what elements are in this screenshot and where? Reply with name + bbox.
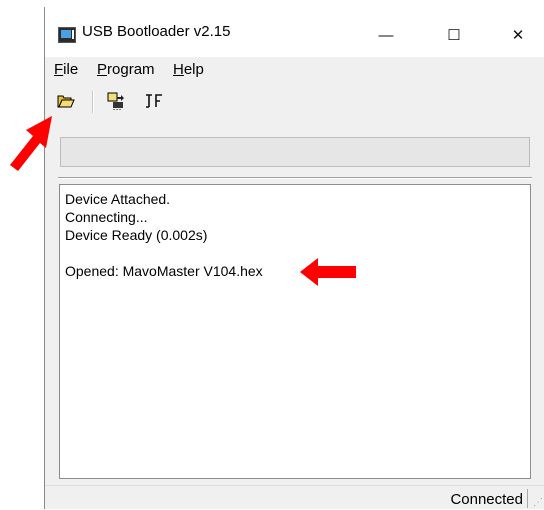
menu-program-accelerator: P	[97, 61, 108, 78]
reset-device-button[interactable]	[141, 89, 167, 113]
connection-status: Connected	[450, 491, 523, 508]
menu-bar: File Program Help	[45, 59, 544, 81]
menu-program[interactable]: Program	[97, 61, 155, 78]
menu-help-label: elp	[183, 61, 204, 78]
window-title: USB Bootloader v2.15	[82, 23, 231, 40]
bootloader-window: USB Bootloader v2.15 — ☐ ✕ File Program …	[44, 7, 544, 509]
menu-file-accelerator: F	[54, 61, 64, 78]
menu-file[interactable]: File	[54, 61, 78, 78]
program-device-icon	[107, 92, 124, 110]
close-button[interactable]: ✕	[495, 15, 541, 55]
toolbar-separator	[92, 91, 94, 113]
status-divider	[527, 489, 528, 508]
log-output[interactable]: Device Attached. Connecting... Device Re…	[59, 184, 531, 479]
log-line: Device Ready (0.002s)	[65, 227, 208, 243]
annotation-arrow-opened-line	[300, 258, 356, 286]
minimize-icon: —	[378, 26, 394, 44]
maximize-button[interactable]: ☐	[431, 15, 477, 55]
title-bar[interactable]: USB Bootloader v2.15 — ☐ ✕	[45, 7, 544, 57]
program-device-button[interactable]	[103, 89, 129, 113]
status-bar: Connected ⋰	[45, 485, 544, 510]
divider	[58, 177, 532, 179]
log-line: Connecting...	[65, 209, 148, 225]
open-folder-icon	[57, 95, 75, 108]
toolbar	[45, 89, 544, 115]
menu-help[interactable]: Help	[173, 61, 204, 78]
annotation-arrow-open-icon	[10, 116, 52, 171]
menu-file-label: ile	[63, 61, 79, 78]
progress-bar	[60, 137, 530, 167]
menu-program-label: rogram	[107, 61, 155, 78]
maximize-icon: ☐	[447, 27, 461, 44]
menu-help-accelerator: H	[173, 61, 184, 78]
log-line: Opened: MavoMaster V104.hex	[65, 263, 263, 279]
log-line: Device Attached.	[65, 191, 171, 207]
close-icon: ✕	[511, 27, 525, 44]
resize-grip-icon[interactable]: ⋰	[533, 497, 543, 508]
reset-device-icon	[146, 94, 162, 108]
minimize-button[interactable]: —	[363, 15, 409, 55]
app-icon	[58, 27, 76, 43]
